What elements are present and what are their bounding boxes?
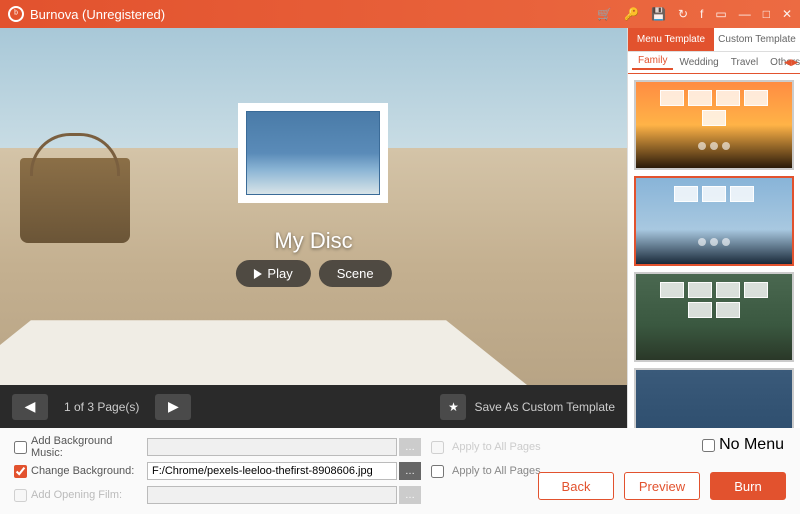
change-bg-apply-all-label: Apply to All Pages xyxy=(452,465,541,477)
next-page-button[interactable]: ▶ xyxy=(155,394,191,420)
bg-music-input xyxy=(147,438,397,456)
tab-custom-template[interactable]: Custom Template xyxy=(714,28,800,51)
opening-film-browse-button: … xyxy=(399,486,421,504)
change-bg-label: Change Background: xyxy=(31,465,147,477)
subtab-travel[interactable]: Travel xyxy=(725,57,764,68)
bg-music-checkbox[interactable] xyxy=(14,441,27,454)
subtab-wedding[interactable]: Wedding xyxy=(673,57,724,68)
scene-button[interactable]: Scene xyxy=(319,260,392,287)
change-bg-browse-button[interactable]: … xyxy=(399,462,421,480)
change-bg-checkbox[interactable] xyxy=(14,465,27,478)
template-thumb[interactable] xyxy=(634,272,794,362)
close-icon[interactable]: ✕ xyxy=(782,7,792,21)
template-thumb[interactable] xyxy=(634,176,794,266)
bg-music-apply-all-checkbox xyxy=(431,441,444,454)
feedback-icon[interactable]: ▭ xyxy=(715,7,726,21)
no-menu-checkbox[interactable] xyxy=(702,439,715,452)
menu-preview[interactable]: My Disc Play Scene xyxy=(0,28,627,385)
refresh-icon[interactable]: ↻ xyxy=(678,7,688,21)
no-menu-label: No Menu xyxy=(719,436,784,454)
key-icon[interactable]: 🔑 xyxy=(624,7,639,21)
bg-music-label: Add Background Music: xyxy=(31,435,147,459)
opening-film-label: Add Opening Film: xyxy=(31,489,147,501)
maximize-icon[interactable]: □ xyxy=(763,7,770,21)
tab-menu-template[interactable]: Menu Template xyxy=(628,28,714,51)
back-button[interactable]: Back xyxy=(538,472,614,500)
disc-title[interactable]: My Disc xyxy=(274,228,352,254)
play-button[interactable]: Play xyxy=(235,260,310,287)
template-thumb[interactable] xyxy=(634,368,794,428)
minimize-icon[interactable]: — xyxy=(739,7,751,21)
bg-music-browse-button: … xyxy=(399,438,421,456)
preview-button[interactable]: Preview xyxy=(624,472,700,500)
opening-film-input xyxy=(147,486,397,504)
opening-film-checkbox xyxy=(14,489,27,502)
subtab-family[interactable]: Family xyxy=(632,55,673,70)
bottom-controls: Add Background Music: … Apply to All Pag… xyxy=(0,428,800,514)
video-thumbnail-stamp[interactable] xyxy=(238,103,388,203)
window-title: Burnova (Unregistered) xyxy=(30,7,597,22)
bg-music-apply-all-label: Apply to All Pages xyxy=(452,441,541,453)
page-indicator: 1 of 3 Page(s) xyxy=(64,400,139,414)
cart-icon[interactable]: 🛒 xyxy=(597,7,612,21)
star-icon[interactable]: ★ xyxy=(440,394,466,420)
pager-bar: ◀ 1 of 3 Page(s) ▶ ★ Save As Custom Temp… xyxy=(0,385,627,428)
prev-page-button[interactable]: ◀ xyxy=(12,394,48,420)
app-logo-icon: ᵇ xyxy=(8,6,24,22)
main-area: My Disc Play Scene ◀ 1 of 3 Page(s) ▶ ★ … xyxy=(0,28,800,428)
change-bg-input[interactable] xyxy=(147,462,397,480)
subtab-scroll-icon[interactable]: ◀▶ xyxy=(784,57,798,68)
save-icon[interactable]: 💾 xyxy=(651,7,666,21)
play-icon xyxy=(253,269,261,279)
titlebar: ᵇ Burnova (Unregistered) 🛒 🔑 💾 ↻ f ▭ — □… xyxy=(0,0,800,28)
template-sidebar: Menu Template Custom Template Family Wed… xyxy=(627,28,800,428)
facebook-icon[interactable]: f xyxy=(700,7,703,21)
burn-button[interactable]: Burn xyxy=(710,472,786,500)
template-list[interactable] xyxy=(628,74,800,428)
change-bg-apply-all-checkbox[interactable] xyxy=(431,465,444,478)
preview-panel: My Disc Play Scene ◀ 1 of 3 Page(s) ▶ ★ … xyxy=(0,28,627,428)
save-as-custom-template[interactable]: Save As Custom Template xyxy=(474,400,615,414)
template-thumb[interactable] xyxy=(634,80,794,170)
no-menu-option: No Menu xyxy=(702,436,784,454)
